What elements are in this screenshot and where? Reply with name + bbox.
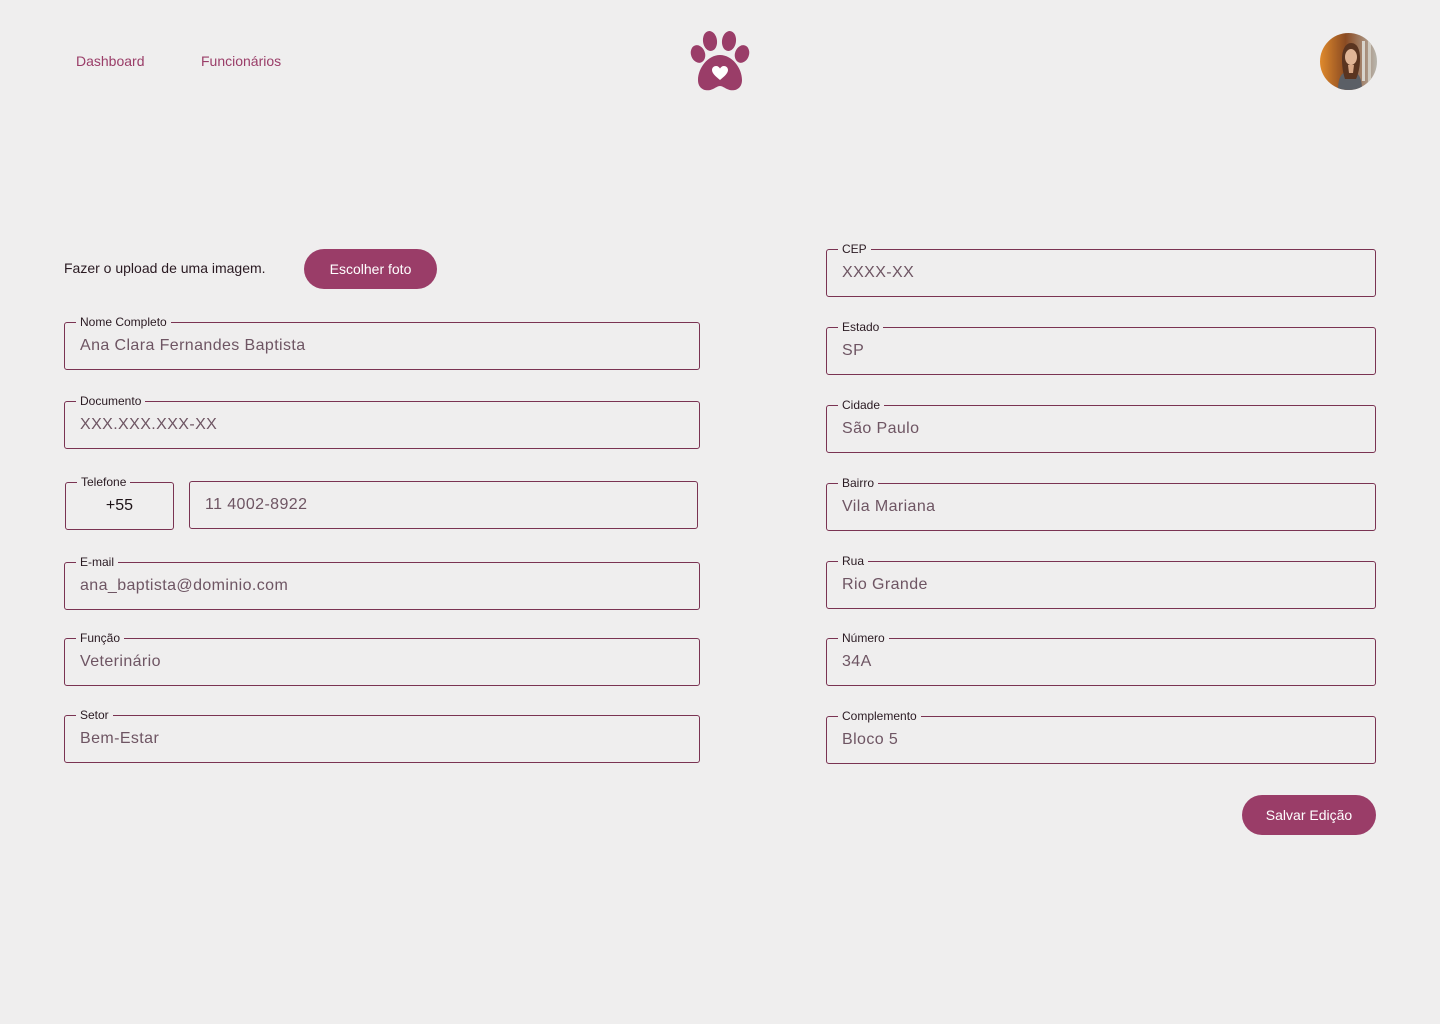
role-input[interactable] <box>80 639 684 685</box>
email-input[interactable] <box>80 563 684 609</box>
document-input[interactable] <box>80 402 684 448</box>
user-avatar[interactable] <box>1320 33 1377 90</box>
city-input[interactable] <box>842 406 1360 452</box>
complement-field: Complemento <box>826 708 1376 764</box>
full-name-input[interactable] <box>80 323 684 369</box>
nav-employees[interactable]: Funcionários <box>201 53 281 69</box>
country-code-value: +55 <box>105 497 134 514</box>
cep-field: CEP <box>826 241 1376 297</box>
street-field: Rua <box>826 553 1376 609</box>
phone-input[interactable] <box>205 482 682 528</box>
nav-dashboard[interactable]: Dashboard <box>76 53 145 69</box>
save-edit-button[interactable]: Salvar Edição <box>1242 795 1376 835</box>
paw-heart-icon <box>688 30 752 92</box>
sector-input[interactable] <box>80 716 684 762</box>
complement-input[interactable] <box>842 717 1360 763</box>
cep-input[interactable] <box>842 250 1360 296</box>
upload-instruction: Fazer o upload de uma imagem. <box>64 260 266 276</box>
neighborhood-input[interactable] <box>842 484 1360 530</box>
email-field: E-mail <box>64 554 700 610</box>
state-input[interactable] <box>842 328 1360 374</box>
number-input[interactable] <box>842 639 1360 685</box>
choose-photo-button[interactable]: Escolher foto <box>304 249 437 289</box>
street-input[interactable] <box>842 562 1360 608</box>
state-field: Estado <box>826 319 1376 375</box>
document-field: Documento <box>64 393 700 449</box>
role-field: Função <box>64 630 700 686</box>
number-field: Número <box>826 630 1376 686</box>
neighborhood-field: Bairro <box>826 475 1376 531</box>
phone-field <box>189 481 698 529</box>
country-code-field[interactable]: Telefone +55 <box>65 474 174 530</box>
sector-field: Setor <box>64 707 700 763</box>
full-name-field: Nome Completo <box>64 314 700 370</box>
city-field: Cidade <box>826 397 1376 453</box>
